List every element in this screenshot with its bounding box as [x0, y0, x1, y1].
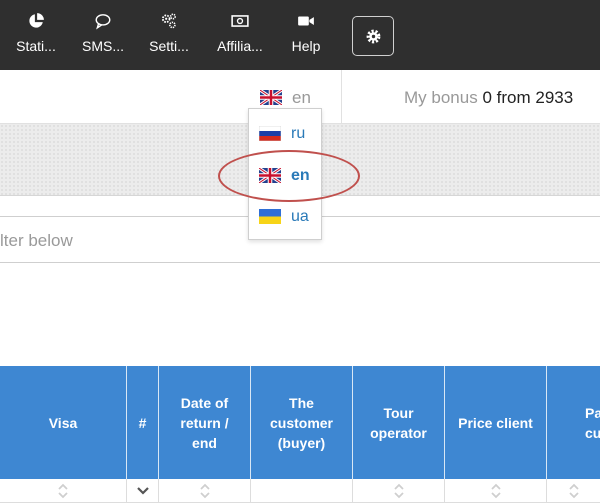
chat-bubble-icon — [74, 12, 132, 34]
nav-item-help[interactable]: Help — [284, 8, 328, 62]
divider — [341, 70, 342, 124]
column-header-number[interactable]: # — [127, 366, 159, 479]
nav-item-affiliate[interactable]: Affilia... — [210, 8, 270, 62]
language-option-label: ua — [291, 208, 309, 225]
nav-item-sms[interactable]: SMS... — [74, 8, 132, 62]
sort-icon — [58, 483, 68, 499]
bonus-label: My bonus — [404, 88, 478, 107]
sort-cell-empty — [251, 479, 353, 503]
language-option-ru[interactable]: ru — [258, 125, 306, 149]
sort-icon — [568, 483, 579, 499]
top-navigation: Stati... SMS... Setti... Affilia... Help — [0, 0, 600, 70]
column-header-customer[interactable]: The customer (buyer) — [251, 366, 353, 479]
russia-flag-icon — [258, 125, 282, 142]
sort-control[interactable] — [547, 479, 600, 503]
nav-item-label: Affilia... — [217, 38, 263, 54]
chevron-down-icon — [136, 487, 149, 495]
ukraine-flag-icon — [259, 209, 281, 224]
nav-item-label: Setti... — [149, 38, 189, 54]
nav-item-settings[interactable]: Setti... — [142, 8, 196, 62]
gears-icon — [142, 12, 196, 34]
nav-item-label: SMS... — [81, 38, 124, 54]
sort-control[interactable] — [353, 479, 445, 503]
column-header-tour-operator[interactable]: Tour operator — [353, 366, 445, 479]
sort-icon — [393, 483, 404, 499]
bonus-summary: My bonus 0 from 2933 — [404, 88, 573, 108]
uk-flag-icon — [259, 88, 283, 107]
sort-control[interactable] — [445, 479, 547, 503]
column-header-return-date[interactable]: Date of return / end — [159, 366, 251, 479]
money-bill-icon — [210, 12, 270, 34]
nav-item-statistics[interactable]: Stati... — [8, 8, 64, 62]
nav-item-label: Help — [291, 38, 321, 54]
nav-item-label: Stati... — [16, 38, 56, 54]
table-header: Visa # Date of return / end The customer… — [0, 366, 600, 479]
uk-flag-icon — [258, 166, 282, 185]
column-header-paid-customer[interactable]: Pa custo — [547, 366, 600, 479]
language-dropdown: ru en ua — [248, 108, 322, 240]
sort-control[interactable] — [0, 479, 127, 503]
sort-icon — [199, 483, 210, 499]
bonus-value: 0 — [482, 88, 492, 107]
filter-hint: lter below — [0, 231, 73, 250]
sort-icon — [490, 483, 501, 499]
table-sort-row — [0, 479, 600, 503]
bonus-from-label: from — [496, 88, 531, 107]
column-header-price-client[interactable]: Price client — [445, 366, 547, 479]
gear-icon — [366, 29, 381, 44]
language-option-label: ru — [291, 125, 306, 142]
language-selector[interactable]: en — [259, 88, 311, 108]
current-language-label: en — [292, 88, 311, 107]
expand-control[interactable] — [127, 479, 159, 503]
sort-control[interactable] — [159, 479, 251, 503]
video-camera-icon — [284, 12, 328, 34]
language-option-label: en — [291, 167, 310, 184]
settings-button[interactable] — [352, 16, 394, 56]
pie-chart-icon — [8, 12, 64, 34]
language-option-en[interactable]: en — [258, 166, 310, 191]
column-header-visa[interactable]: Visa — [0, 366, 127, 479]
bonus-total: 2933 — [535, 88, 574, 107]
language-option-ua[interactable]: ua — [259, 208, 309, 232]
